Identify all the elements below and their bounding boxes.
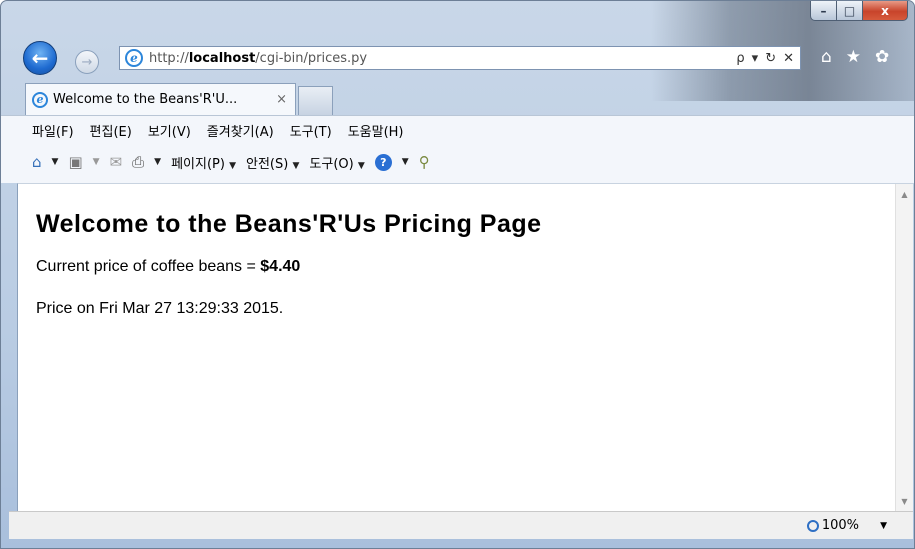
- vertical-scrollbar[interactable]: ▲ ▼: [895, 184, 913, 512]
- page-heading: Welcome to the Beans'R'Us Pricing Page: [36, 210, 542, 238]
- refresh-icon[interactable]: ↻: [765, 51, 776, 66]
- zoom-control[interactable]: 100%: [806, 518, 859, 533]
- tab-active[interactable]: e Welcome to the Beans'R'U... ×: [25, 83, 296, 115]
- command-bar: ⌂ ▼ ▣ ▼ ✉ ⎙ ▼ 페이지(P) ▼ 안전(S) ▼ 도구(O) ▼ ?…: [1, 144, 914, 180]
- price-value: $4.40: [260, 258, 301, 275]
- menu-help[interactable]: 도움말(H): [348, 121, 404, 144]
- ie-tab-icon: e: [32, 91, 48, 108]
- chevron-down-icon[interactable]: ▾: [752, 51, 759, 66]
- tools-menu-button[interactable]: 도구(O) ▼: [309, 153, 364, 172]
- back-arrow-icon: ←: [31, 46, 49, 70]
- menu-bar: 파일(F) 편집(E) 보기(V) 즐겨찾기(A) 도구(T) 도움말(H): [1, 116, 914, 144]
- chevron-down-icon[interactable]: ▼: [402, 157, 409, 167]
- home-page-icon[interactable]: ⌂: [32, 153, 42, 171]
- browser-tool-icons: ⌂ ★ ✿: [821, 47, 889, 67]
- navigation-bar: ← → e http://localhost/cgi-bin/prices.py…: [1, 37, 914, 75]
- menu-file[interactable]: 파일(F): [32, 121, 74, 144]
- favorites-star-icon[interactable]: ★: [846, 47, 861, 67]
- forward-button[interactable]: →: [75, 50, 99, 74]
- caption-buttons: – □ x: [810, 1, 908, 21]
- price-line: Current price of coffee beans = $4.40: [36, 258, 301, 275]
- browser-window: – □ x ← → e http://localhost/cgi-bin/pri…: [0, 0, 915, 549]
- print-icon[interactable]: ⎙: [132, 153, 144, 171]
- scroll-down-icon[interactable]: ▼: [896, 493, 913, 510]
- rss-feed-icon[interactable]: ▣: [68, 153, 82, 171]
- tab-strip: e Welcome to the Beans'R'U... ×: [1, 83, 914, 115]
- new-tab-button[interactable]: [298, 86, 333, 115]
- search-icon[interactable]: ρ: [736, 51, 744, 66]
- ie-site-icon: e: [125, 49, 143, 67]
- stop-icon[interactable]: ✕: [783, 51, 794, 66]
- chevron-down-icon[interactable]: ▼: [880, 521, 887, 531]
- url-text[interactable]: http://localhost/cgi-bin/prices.py: [149, 51, 367, 66]
- zoom-icon: [806, 519, 819, 532]
- tab-title: Welcome to the Beans'R'U...: [53, 92, 238, 107]
- safety-menu-button[interactable]: 안전(S) ▼: [246, 153, 299, 172]
- tab-close-icon[interactable]: ×: [276, 92, 287, 107]
- menu-edit[interactable]: 편집(E): [90, 121, 132, 144]
- home-icon[interactable]: ⌂: [821, 47, 832, 67]
- menu-favorites[interactable]: 즐겨찾기(A): [207, 121, 274, 144]
- chevron-down-icon[interactable]: ▼: [52, 157, 59, 167]
- close-window-button[interactable]: x: [863, 1, 908, 21]
- status-bar: 100% ▼: [9, 511, 913, 539]
- address-bar[interactable]: e http://localhost/cgi-bin/prices.py ρ ▾…: [119, 46, 801, 70]
- gear-icon[interactable]: ✿: [875, 47, 889, 67]
- maximize-button[interactable]: □: [837, 1, 863, 21]
- mail-icon[interactable]: ✉: [110, 153, 123, 171]
- address-tools: ρ ▾ ↻ ✕: [736, 51, 800, 66]
- research-icon[interactable]: ⚲: [419, 153, 430, 171]
- scroll-up-icon[interactable]: ▲: [896, 186, 913, 203]
- minimize-button[interactable]: –: [810, 1, 837, 21]
- help-icon[interactable]: ?: [374, 153, 392, 171]
- menu-and-command-bars: 파일(F) 편집(E) 보기(V) 즐겨찾기(A) 도구(T) 도움말(H) ⌂…: [1, 115, 914, 183]
- menu-view[interactable]: 보기(V): [148, 121, 191, 144]
- date-line: Price on Fri Mar 27 13:29:33 2015.: [36, 300, 284, 317]
- menu-tools[interactable]: 도구(T): [290, 121, 332, 144]
- page-content: Welcome to the Beans'R'Us Pricing Page C…: [36, 210, 542, 342]
- forward-arrow-icon: →: [81, 54, 93, 70]
- back-button[interactable]: ←: [23, 41, 57, 75]
- page-viewport: Welcome to the Beans'R'Us Pricing Page C…: [17, 183, 913, 512]
- chevron-down-icon[interactable]: ▼: [93, 157, 100, 167]
- page-menu-button[interactable]: 페이지(P) ▼: [171, 153, 236, 172]
- chevron-down-icon[interactable]: ▼: [154, 157, 161, 167]
- zoom-level: 100%: [821, 518, 859, 533]
